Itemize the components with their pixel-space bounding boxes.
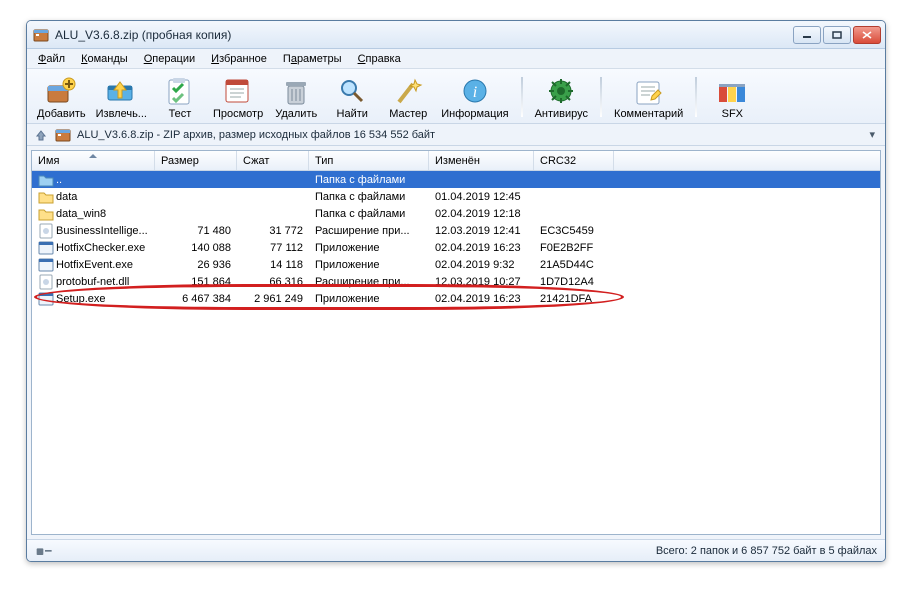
minimize-button[interactable] [793,26,821,44]
path-dropdown-icon[interactable]: ▾ [865,128,879,141]
column-headers: ИмяРазмерСжатТипИзменёнCRC32 [32,151,880,171]
statusbar: Всего: 2 папок и 6 857 752 байт в 5 файл… [27,539,885,561]
menu-избранное[interactable]: Избранное [204,52,274,66]
close-button[interactable] [853,26,881,44]
menu-операции[interactable]: Операции [137,52,202,66]
column-type[interactable]: Тип [309,151,429,170]
toolbar-antivirus-button[interactable]: Антивирус [531,73,592,121]
column-mod[interactable]: Изменён [429,151,534,170]
toolbar-view-button[interactable]: Просмотр [209,73,267,121]
toolbar-delete-button[interactable]: Удалить [269,73,323,121]
up-arrow-icon[interactable] [33,127,49,143]
file-row[interactable]: BusinessIntellige...71 48031 772Расширен… [32,222,880,239]
toolbar-separator [600,77,602,117]
file-row[interactable]: protobuf-net.dll151 86466 316Расширение … [32,273,880,290]
antivirus-icon [543,75,579,107]
toolbar-test-button[interactable]: Тест [153,73,207,121]
toolbar-comment-button[interactable]: Комментарий [610,73,687,121]
toolbar-info-button[interactable]: iИнформация [437,73,512,121]
sfx-icon [714,75,750,107]
toolbar-separator [521,77,523,117]
view-icon [220,75,256,107]
menubar: ФайлКомандыОперацииИзбранноеПараметрыСпр… [27,49,885,69]
file-row[interactable]: ..Папка с файлами [32,171,880,188]
menu-файл[interactable]: Файл [31,52,72,66]
pathbar: ALU_V3.6.8.zip - ZIP архив, размер исход… [27,124,885,146]
file-icon [38,274,54,290]
lock-icon[interactable] [35,545,55,557]
menu-справка[interactable]: Справка [351,52,408,66]
toolbar-add-button[interactable]: Добавить [33,73,90,121]
status-summary: Всего: 2 папок и 6 857 752 байт в 5 файл… [656,545,877,557]
file-icon [38,172,54,188]
toolbar-separator [695,77,697,117]
info-icon: i [457,75,493,107]
toolbar-extract-button[interactable]: Извлечь... [92,73,151,121]
svg-text:i: i [473,84,477,101]
file-icon [38,257,54,273]
toolbar: ДобавитьИзвлечь...ТестПросмотрУдалитьНай… [27,69,885,124]
test-icon [162,75,198,107]
file-icon [38,291,54,307]
toolbar-wizard-button[interactable]: Мастер [381,73,435,121]
file-icon [38,206,54,222]
menu-параметры[interactable]: Параметры [276,52,349,66]
window-title: ALU_V3.6.8.zip (пробная копия) [55,28,793,42]
app-window: ALU_V3.6.8.zip (пробная копия) ФайлКоман… [26,20,886,562]
file-list: ИмяРазмерСжатТипИзменёнCRC32 ..Папка с ф… [31,150,881,535]
file-row[interactable]: dataПапка с файлами01.04.2019 12:45 [32,188,880,205]
find-icon [334,75,370,107]
file-row[interactable]: HotfixEvent.exe26 93614 118Приложение02.… [32,256,880,273]
column-size[interactable]: Размер [155,151,237,170]
app-icon [33,27,49,43]
toolbar-find-button[interactable]: Найти [325,73,379,121]
wizard-icon [390,75,426,107]
file-icon [38,223,54,239]
maximize-button[interactable] [823,26,851,44]
path-text[interactable]: ALU_V3.6.8.zip - ZIP архив, размер исход… [77,129,859,141]
column-packed[interactable]: Сжат [237,151,309,170]
archive-icon [55,127,71,143]
comment-icon [631,75,667,107]
file-row[interactable]: data_win8Папка с файлами02.04.2019 12:18 [32,205,880,222]
file-icon [38,240,54,256]
menu-команды[interactable]: Команды [74,52,135,66]
column-name[interactable]: Имя [32,151,155,170]
file-rows: ..Папка с файламиdataПапка с файлами01.0… [32,171,880,534]
toolbar-sfx-button[interactable]: SFX [705,73,759,121]
file-row[interactable]: Setup.exe6 467 3842 961 249Приложение02.… [32,290,880,307]
file-row[interactable]: HotfixChecker.exe140 08877 112Приложение… [32,239,880,256]
add-icon [43,75,79,107]
extract-icon [103,75,139,107]
titlebar: ALU_V3.6.8.zip (пробная копия) [27,21,885,49]
delete-icon [278,75,314,107]
file-icon [38,189,54,205]
column-crc[interactable]: CRC32 [534,151,614,170]
